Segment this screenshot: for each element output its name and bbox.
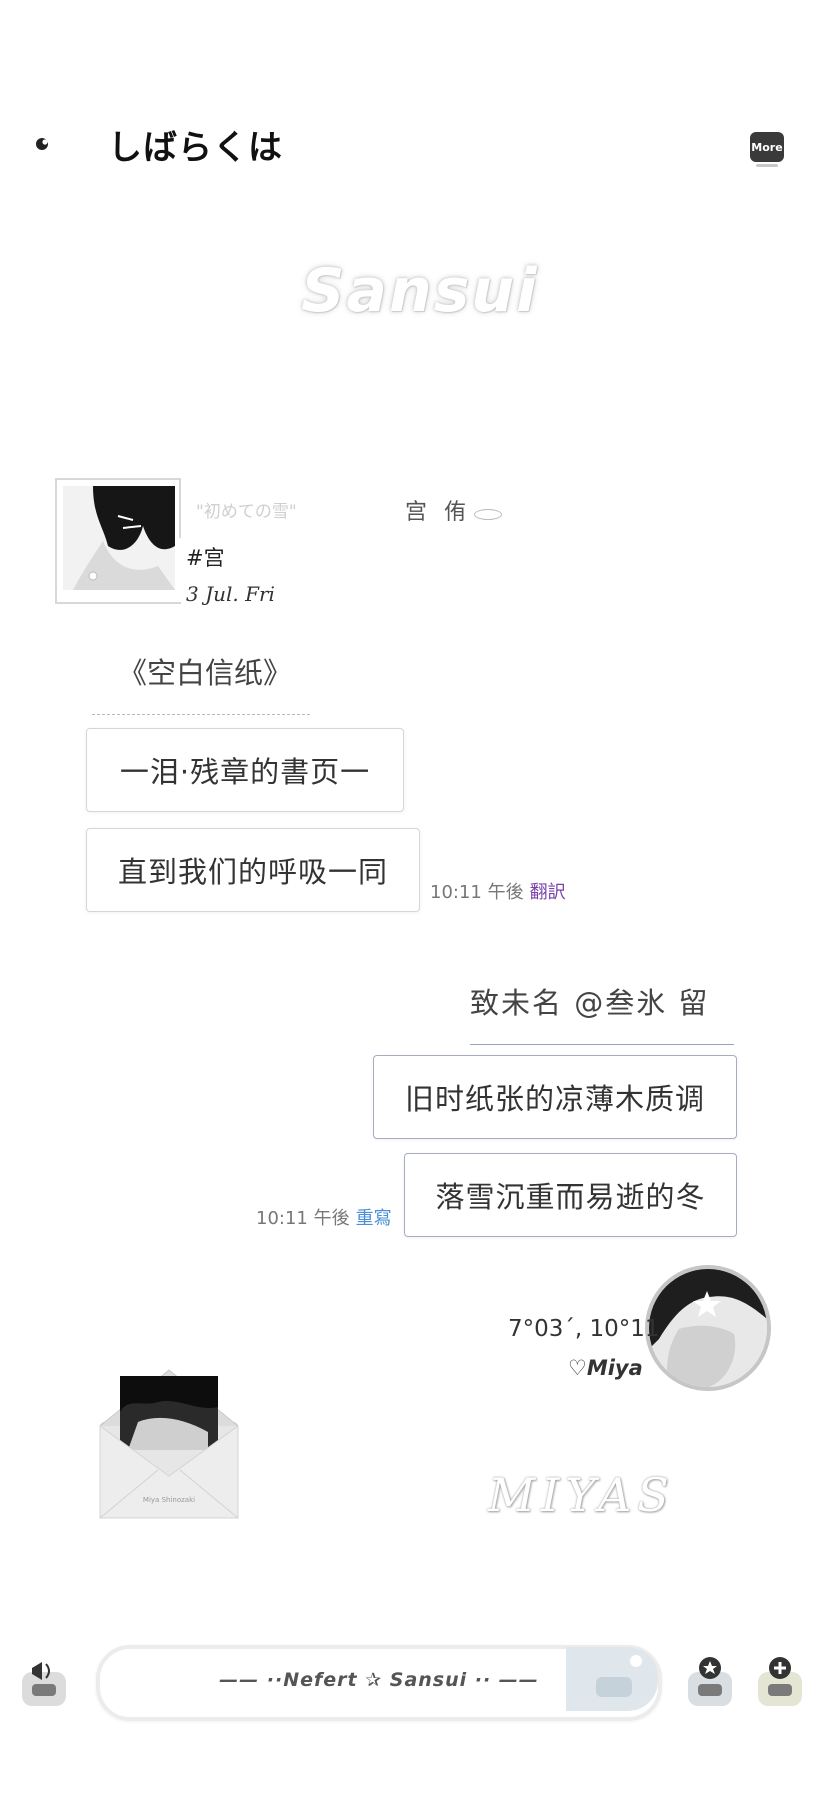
sticker-button[interactable] [566, 1647, 658, 1711]
add-button[interactable] [754, 1650, 806, 1710]
profile-name: 宫 侑 [405, 500, 471, 525]
message-time: 10:11 午後 [256, 1208, 350, 1229]
avatar-image [63, 486, 175, 590]
message-input[interactable]: —— ··Nefert ✰ Sansui ·· —— [96, 1645, 662, 1721]
emoji-button[interactable] [684, 1650, 736, 1710]
message-meta: 10:11 午後 重寫 [256, 1204, 392, 1230]
message-bubble[interactable]: 旧时纸张的凉薄木质调 [373, 1055, 737, 1139]
profile-signature: ♡Miya [568, 1356, 643, 1380]
more-button[interactable]: More [750, 132, 784, 167]
right-message-heading: 致未名 @叁氷 留 [470, 986, 710, 1020]
back-button[interactable] [28, 130, 56, 158]
left-message-heading: 《空白信纸》 [118, 656, 293, 690]
message-time: 10:11 午後 [430, 882, 524, 903]
sticker-icon [596, 1655, 642, 1697]
translate-link[interactable]: 翻訳 [530, 882, 566, 903]
profile-deco-text: "初めての雪" [196, 502, 297, 522]
message-bubble[interactable]: 直到我们的呼吸一同 [86, 828, 420, 912]
rewrite-link[interactable]: 重寫 [356, 1208, 392, 1229]
divider [92, 714, 310, 715]
oval-deco-icon [474, 509, 502, 520]
profile-date: 3 Jul. Fri [186, 582, 275, 606]
signature-deco: MIYAS [488, 1468, 675, 1522]
user-avatar[interactable] [645, 1265, 771, 1391]
envelope-sticker[interactable]: Miya Shinozaki [98, 1352, 240, 1522]
profile-time: 7°03´, 10°11 [508, 1316, 660, 1342]
envelope-label: Miya Shinozaki [143, 1496, 195, 1504]
profile-avatar[interactable] [55, 478, 181, 604]
chat-title: しばらくは [108, 128, 283, 168]
divider [470, 1044, 734, 1045]
profile-tag: #宫 [186, 546, 225, 570]
watermark: Sansui [301, 256, 539, 326]
message-bubble[interactable]: 落雪沉重而易逝的冬 [404, 1153, 737, 1237]
message-bubble[interactable]: 一泪·残章的書页一 [86, 728, 404, 812]
voice-button[interactable] [18, 1650, 70, 1710]
emoji-icon [688, 1657, 732, 1706]
speaker-icon [22, 1662, 66, 1706]
plus-icon [758, 1657, 802, 1706]
back-icon [36, 138, 48, 150]
avatar-image [649, 1269, 767, 1387]
message-meta: 10:11 午後 翻訳 [430, 878, 566, 904]
